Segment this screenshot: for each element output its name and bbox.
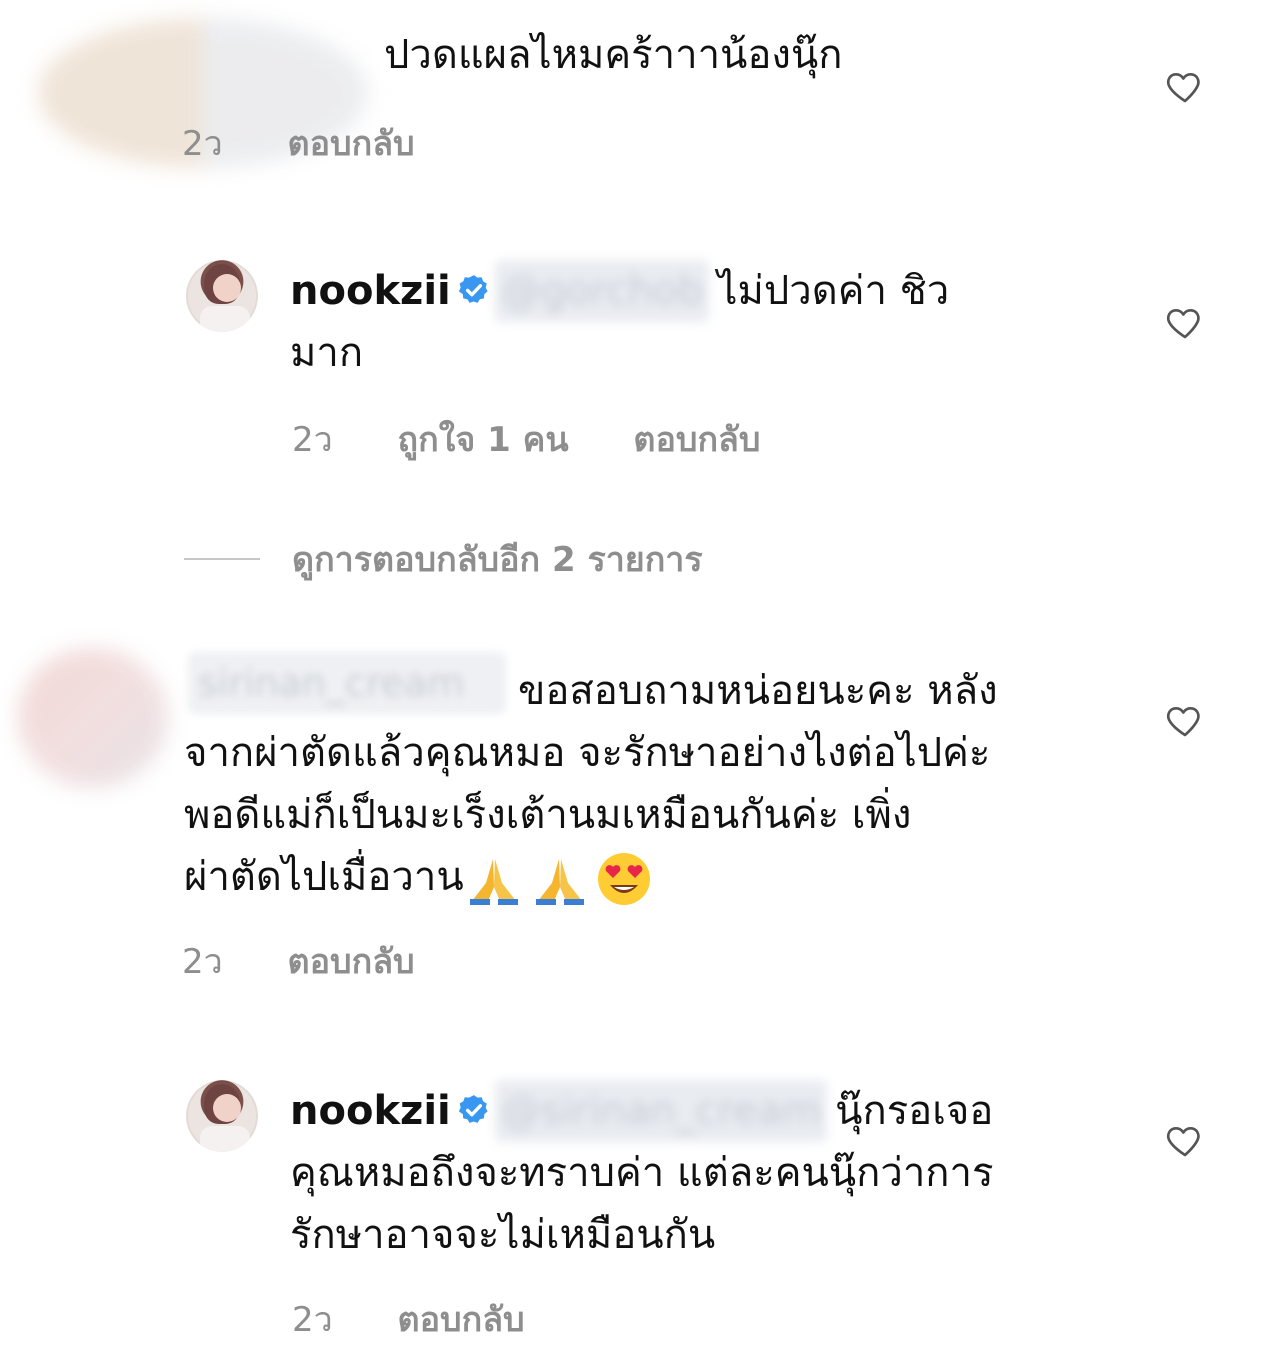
reply-button[interactable]: ตอบกลับ <box>398 1300 525 1340</box>
heart-outline-icon[interactable] <box>1164 302 1206 342</box>
comment-meta: 2ว ตอบกลับ <box>292 1292 579 1346</box>
verified-badge-icon <box>458 275 488 303</box>
comment-text: nookzii @gorchob ไม่ปวดค่า ชิว มาก <box>290 260 1110 384</box>
reply-button[interactable]: ตอบกลับ <box>288 124 415 164</box>
username-link[interactable]: nookzii <box>290 1088 451 1134</box>
avatar[interactable] <box>186 260 258 332</box>
comment-text: ขอสอบถามหน่อยนะคะ หลัง จากผ่าตัดแล้วคุณห… <box>184 660 1124 908</box>
pray-emoji-icon <box>535 859 584 905</box>
reply-button[interactable]: ตอบกลับ <box>288 942 415 982</box>
username-link[interactable]: nookzii <box>290 268 451 314</box>
heart-outline-icon[interactable] <box>1164 66 1206 106</box>
comment-meta: 2ว ถูกใจ 1 คน ตอบกลับ <box>292 412 814 466</box>
likes-count[interactable]: ถูกใจ 1 คน <box>398 420 569 460</box>
comment-meta: 2ว ตอบกลับ <box>182 116 469 170</box>
view-more-replies-label[interactable]: ดูการตอบกลับอีก 2 รายการ <box>292 532 703 586</box>
pray-emoji-icon <box>469 859 518 905</box>
divider-line <box>184 558 260 560</box>
avatar-blurred[interactable] <box>18 648 168 788</box>
mention-link[interactable]: @gorchob <box>494 260 710 322</box>
avatar[interactable] <box>186 1080 258 1152</box>
comment-text: ปวดแผลไหมคร้าาาน้องนุ๊ก <box>384 32 843 78</box>
reply-button[interactable]: ตอบกลับ <box>633 420 760 460</box>
comment-time: 2ว <box>182 942 223 982</box>
heart-outline-icon[interactable] <box>1164 700 1206 740</box>
mention-link[interactable]: @sirinan_cream <box>494 1080 828 1142</box>
comment-time: 2ว <box>182 124 223 164</box>
comment-time: 2ว <box>292 420 333 460</box>
comment-time: 2ว <box>292 1300 333 1340</box>
verified-badge-icon <box>458 1095 488 1123</box>
comment-meta: 2ว ตอบกลับ <box>182 934 469 988</box>
heart-outline-icon[interactable] <box>1164 1120 1206 1160</box>
heart-eyes-emoji-icon <box>597 853 650 905</box>
comment-text: nookzii @sirinan_cream นุ๊กรอเจอ คุณหมอถึง… <box>290 1080 1150 1266</box>
view-more-replies[interactable]: ดูการตอบกลับอีก 2 รายการ <box>184 536 703 582</box>
